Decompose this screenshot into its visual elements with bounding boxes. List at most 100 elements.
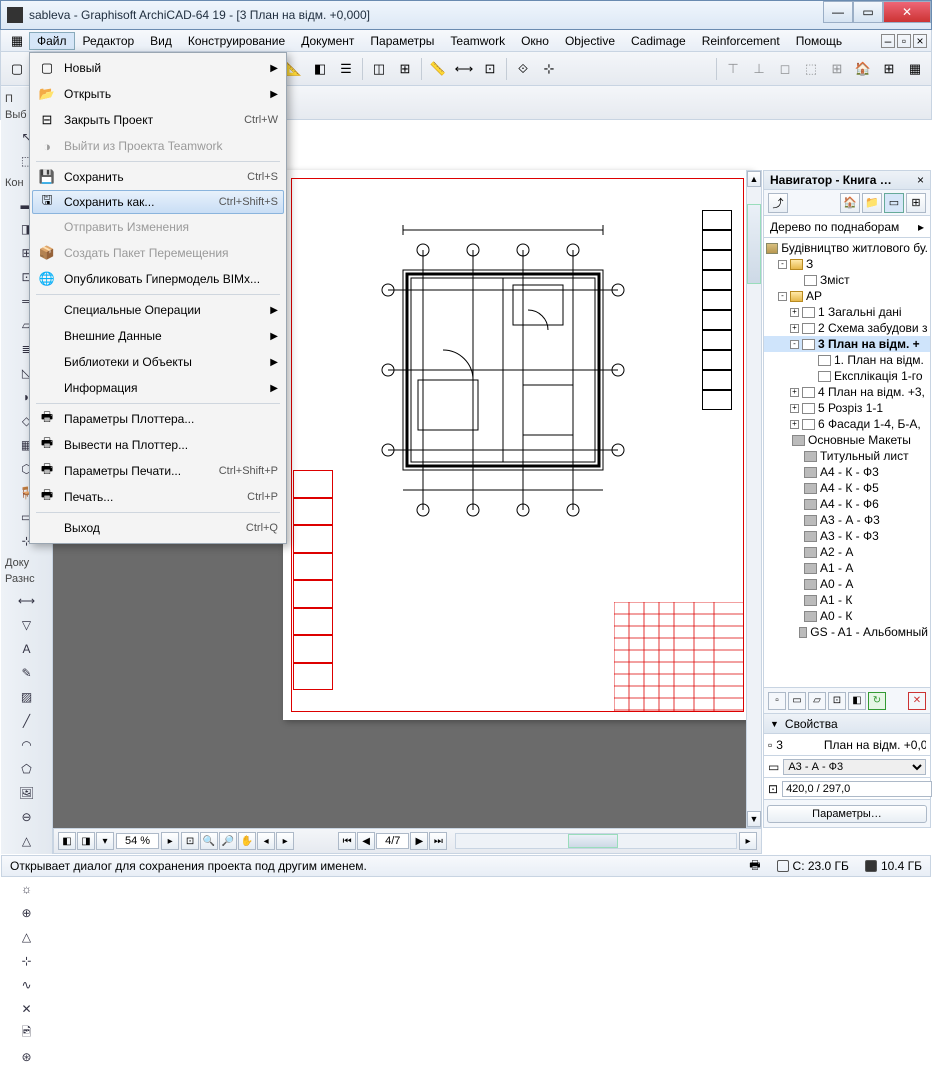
menu-редактор[interactable]: Редактор <box>75 32 143 50</box>
tree-node[interactable]: А4 - К - Ф5 <box>764 480 930 496</box>
last-icon[interactable]: ▦ <box>903 57 927 81</box>
zoom-option1-icon[interactable]: ◧ <box>58 832 76 850</box>
menu-teamwork[interactable]: Teamwork <box>442 32 513 50</box>
zoom-dd2-icon[interactable]: ▸ <box>161 832 179 850</box>
tree-root[interactable]: Будівництво житлового бу. <box>764 240 930 256</box>
minimize-button[interactable]: — <box>823 1 853 23</box>
menu-параметры[interactable]: Параметры <box>362 32 442 50</box>
nav-publisher-icon[interactable]: ⊞ <box>906 193 926 213</box>
fill-tool-icon[interactable]: ▨ <box>16 686 38 708</box>
poly-tool-icon[interactable]: ⬠ <box>16 758 38 780</box>
fit-icon[interactable]: ⊡ <box>181 832 199 850</box>
elev-tool-icon[interactable]: △ <box>16 830 38 852</box>
hscroll-right-icon[interactable]: ▸ <box>739 832 757 850</box>
tool1-icon[interactable]: ◧ <box>308 57 332 81</box>
prev-zoom-icon[interactable]: ◂ <box>257 832 275 850</box>
zoom-field[interactable]: 54 % <box>116 833 159 849</box>
spline-tool-icon[interactable]: ∿ <box>16 974 38 996</box>
tool4-icon[interactable]: ⊞ <box>393 57 417 81</box>
tool3-icon[interactable]: ◫ <box>367 57 391 81</box>
level-tool-icon[interactable]: ▽ <box>16 614 38 636</box>
nav-project-icon[interactable]: 🏠 <box>840 193 860 213</box>
last-page-icon[interactable]: ⏭ <box>429 832 447 850</box>
tree-node[interactable]: А2 - А <box>764 544 930 560</box>
menu-item-вывести-на-плоттер-[interactable]: 🖶Вывести на Плоттер... <box>32 432 284 458</box>
mdi-min-icon[interactable]: – <box>881 34 895 48</box>
menu-item-печать-[interactable]: 🖶Печать...Ctrl+P <box>32 484 284 510</box>
tool7-icon[interactable]: ⊹ <box>537 57 561 81</box>
menu-помощь[interactable]: Помощь <box>788 32 850 50</box>
zoomout-icon[interactable]: 🔎 <box>219 832 237 850</box>
text-tool-icon[interactable]: A <box>16 638 38 660</box>
arc-tool-icon[interactable]: ◠ <box>16 734 38 756</box>
tree-node[interactable]: А0 - А <box>764 576 930 592</box>
section-tool-icon[interactable]: ⊖ <box>16 806 38 828</box>
tree-node[interactable]: А4 - К - Ф6 <box>764 496 930 512</box>
master-select[interactable]: А3 - А - Ф3 <box>783 759 926 775</box>
zoomin-icon[interactable]: 🔍 <box>200 832 218 850</box>
grid-tool-icon[interactable]: ⊹ <box>16 950 38 972</box>
tree-node[interactable]: Зміст <box>764 272 930 288</box>
zoom-option2-icon[interactable]: ◨ <box>77 832 95 850</box>
tree-expander-icon[interactable]: + <box>790 308 799 317</box>
mdi-close-icon[interactable]: × <box>913 34 927 48</box>
ruler-icon[interactable]: 📏 <box>426 57 450 81</box>
menu-item-открыть[interactable]: 📂Открыть▶ <box>32 81 284 107</box>
scroll-down-icon[interactable]: ▼ <box>747 811 761 827</box>
menu-item-сохранить-как-[interactable]: 🖫Сохранить как...Ctrl+Shift+S <box>32 190 284 214</box>
tree-node[interactable]: А1 - А <box>764 560 930 576</box>
tree-node[interactable]: -3 План на відм. + <box>764 336 930 352</box>
tree-node[interactable]: -АР <box>764 288 930 304</box>
close-button[interactable]: ✕ <box>883 1 931 23</box>
tree-node[interactable]: +6 Фасади 1-4, Б-А, <box>764 416 930 432</box>
menu-конструирование[interactable]: Конструирование <box>180 32 293 50</box>
worksheet-tool-icon[interactable]: ☼ <box>16 878 38 900</box>
scroll-up-icon[interactable]: ▲ <box>747 171 761 187</box>
tool2-icon[interactable]: ☰ <box>334 57 358 81</box>
menu-item-библиотеки-и-объекты[interactable]: Библиотеки и Объекты▶ <box>32 349 284 375</box>
change-tool-icon[interactable]: △ <box>16 926 38 948</box>
nav-popup-icon[interactable]: ⤴ <box>768 193 788 213</box>
canvas-vscrollbar[interactable]: ▲ ▼ <box>746 170 762 828</box>
nav-views-icon[interactable]: 📁 <box>862 193 882 213</box>
home-icon[interactable]: 🏠 <box>851 57 875 81</box>
prev-page-icon[interactable]: ◀ <box>357 832 375 850</box>
navigator-close-icon[interactable]: × <box>917 173 924 187</box>
tree-node[interactable]: А1 - К <box>764 592 930 608</box>
page-field[interactable]: 4/7 <box>376 833 409 849</box>
nav-tb1-icon[interactable]: ▫ <box>768 692 786 710</box>
app-menu-icon[interactable]: ▦ <box>5 29 29 53</box>
tree-node[interactable]: GS - A1 - Альбомный <box>764 624 930 640</box>
properties-header[interactable]: ▼ Свойства <box>763 714 931 734</box>
menu-item-новый[interactable]: ▢Новый▶ <box>32 55 284 81</box>
menu-item-сохранить[interactable]: 💾СохранитьCtrl+S <box>32 164 284 190</box>
menu-item-внешние-данные[interactable]: Внешние Данные▶ <box>32 323 284 349</box>
tree-node[interactable]: -З <box>764 256 930 272</box>
nav-update-icon[interactable]: ↻ <box>868 692 886 710</box>
nav-tb3-icon[interactable]: ▱ <box>808 692 826 710</box>
menu-вид[interactable]: Вид <box>142 32 180 50</box>
first-page-icon[interactable]: ⏮ <box>338 832 356 850</box>
menu-item-параметры-плоттера-[interactable]: 🖶Параметры Плоттера... <box>32 406 284 432</box>
tree-node[interactable]: А3 - К - Ф3 <box>764 528 930 544</box>
detail-tool-icon[interactable]: ⊕ <box>16 902 38 924</box>
menu-item-опубликовать-гипермодель-bimx-[interactable]: 🌐Опубликовать Гипермодель BIMx... <box>32 266 284 292</box>
menu-objective[interactable]: Objective <box>557 32 623 50</box>
nav-delete-icon[interactable]: ✕ <box>908 692 926 710</box>
new-icon[interactable]: ▢ <box>5 57 29 81</box>
tree-node[interactable]: А3 - А - Ф3 <box>764 512 930 528</box>
menu-item-выход[interactable]: ВыходCtrl+Q <box>32 515 284 541</box>
tree-expander-icon[interactable]: - <box>778 260 787 269</box>
scroll-thumb[interactable] <box>747 204 761 284</box>
nav-tb5-icon[interactable]: ◧ <box>848 692 866 710</box>
drawing-tool-icon[interactable]: 🖼 <box>16 782 38 804</box>
tree-expander-icon[interactable]: + <box>790 324 799 333</box>
nav-layouts-icon[interactable]: ▭ <box>884 193 904 213</box>
zoom-dd-icon[interactable]: ▾ <box>96 832 114 850</box>
hscrollbar[interactable] <box>455 833 737 849</box>
size-input[interactable] <box>782 781 932 797</box>
navigator-tree[interactable]: Будівництво житлового бу. -ЗЗміст-АР+1 З… <box>763 238 931 688</box>
menu-item-специальные-операции[interactable]: Специальные Операции▶ <box>32 297 284 323</box>
tree-node[interactable]: Експлікація 1-го <box>764 368 930 384</box>
label-tool-icon[interactable]: ✎ <box>16 662 38 684</box>
